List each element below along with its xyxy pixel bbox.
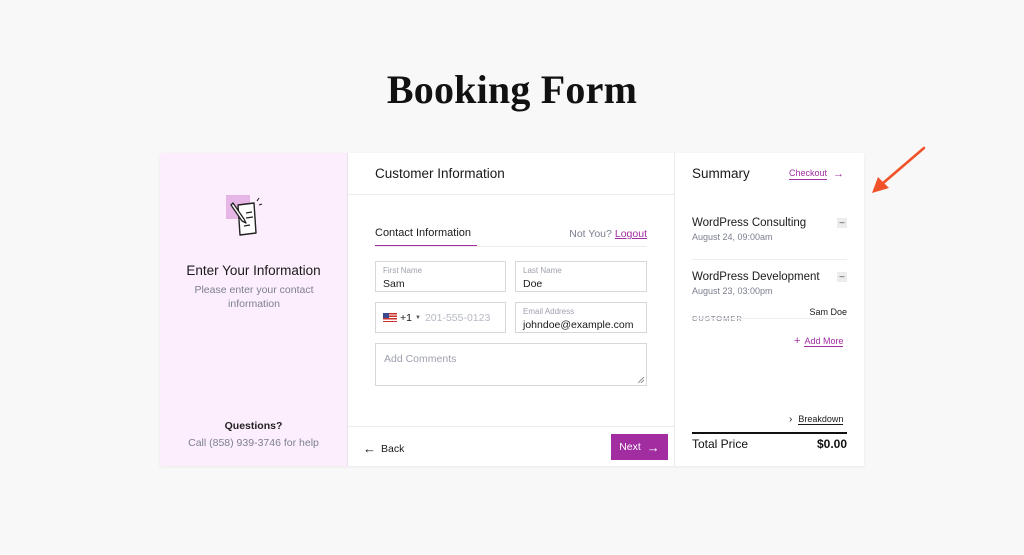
panel-title: Enter Your Information (186, 263, 321, 278)
service-divider (692, 259, 847, 260)
service-name: WordPress Development (692, 271, 820, 283)
first-name-field[interactable]: First Name Sam (375, 261, 506, 292)
phone-field[interactable]: +1 ▼ 201-555-0123 (375, 302, 506, 333)
summary-title: Summary (692, 166, 750, 181)
total-row: Total Price $0.00 (692, 437, 847, 451)
logout-link[interactable]: Logout (615, 228, 647, 240)
service-item: WordPress Consulting August 24, 09:00am … (692, 217, 847, 242)
arrow-right-icon: → (646, 439, 660, 455)
total-divider (692, 432, 847, 434)
email-value: johndoe@example.com (523, 319, 634, 331)
customer-value: Sam Doe (809, 307, 847, 317)
plus-icon: + (794, 335, 801, 347)
info-panel: Enter Your Information Please enter your… (160, 153, 348, 466)
service-name: WordPress Consulting (692, 217, 807, 229)
arrow-right-icon: → (833, 168, 845, 180)
back-button[interactable]: ← Back (363, 441, 404, 456)
back-label: Back (381, 442, 405, 455)
panel-subtitle: Please enter your contact information (194, 284, 314, 310)
country-code[interactable]: +1 (400, 312, 412, 324)
first-name-label: First Name (383, 266, 423, 275)
email-field[interactable]: Email Address johndoe@example.com (515, 302, 647, 333)
total-value: $0.00 (816, 437, 847, 451)
summary-panel: Summary Checkout → WordPress Consulting … (675, 153, 864, 466)
next-label: Next (619, 441, 641, 453)
add-more-link[interactable]: + Add More (794, 335, 844, 347)
contact-tab-row: Contact Information Not You? Logout (375, 227, 647, 247)
remove-service-button[interactable]: – (837, 218, 847, 228)
next-button[interactable]: Next → (611, 434, 668, 460)
customer-header: Customer Information (348, 153, 674, 195)
form-footer: ← Back Next → (348, 426, 674, 466)
document-pen-icon (224, 193, 284, 245)
breakdown-label: Breakdown (798, 414, 844, 425)
comments-textarea[interactable]: Add Comments (375, 343, 647, 386)
email-label: Email Address (523, 307, 575, 316)
checkout-link[interactable]: Checkout → (789, 168, 844, 180)
not-you-label: Not You? (569, 228, 612, 240)
tab-contact-information[interactable]: Contact Information (375, 227, 477, 247)
remove-service-button[interactable]: – (837, 272, 847, 282)
checkout-label: Checkout (789, 168, 828, 180)
caret-down-icon[interactable]: ▼ (415, 315, 421, 321)
last-name-value: Doe (523, 278, 543, 290)
questions-phone: Call (858) 939-3746 for help (188, 437, 319, 449)
customer-summary-row: CUSTOMER Sam Doe (692, 307, 847, 326)
service-date: August 24, 09:00am (692, 232, 773, 242)
last-name-label: Last Name (523, 266, 562, 275)
add-more-label: Add More (804, 335, 844, 347)
first-name-value: Sam (383, 278, 405, 290)
last-name-field[interactable]: Last Name Doe (515, 261, 647, 292)
us-flag-icon[interactable] (383, 313, 397, 322)
chevron-right-icon: › (789, 414, 793, 425)
questions-title: Questions? (224, 420, 283, 432)
resize-grip-icon[interactable] (638, 377, 644, 383)
total-label: Total Price (692, 437, 749, 451)
arrow-left-icon: ← (363, 441, 376, 456)
breakdown-toggle[interactable]: › Breakdown (789, 414, 844, 425)
phone-placeholder: 201-555-0123 (424, 311, 491, 324)
annotation-arrow-icon (864, 140, 934, 200)
not-you-text: Not You? Logout (569, 228, 647, 240)
customer-divider (692, 318, 847, 319)
booking-form-card: Enter Your Information Please enter your… (160, 153, 864, 466)
service-date: August 23, 03:00pm (692, 286, 773, 296)
page-title: Booking Form (386, 67, 638, 112)
service-item: WordPress Development August 23, 03:00pm… (692, 271, 847, 296)
comments-placeholder: Add Comments (384, 353, 457, 365)
tab-divider (375, 246, 647, 247)
customer-panel: Customer Information Contact Information… (348, 153, 675, 466)
